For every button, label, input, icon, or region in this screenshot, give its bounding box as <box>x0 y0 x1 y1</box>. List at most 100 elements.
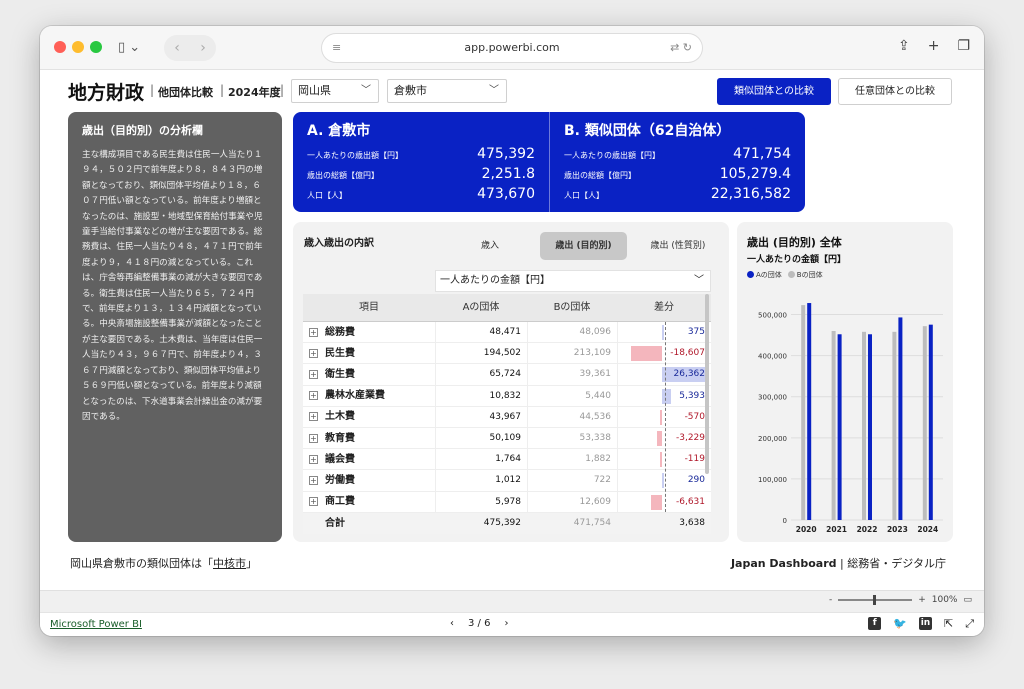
powerbi-link[interactable]: Microsoft Power BI <box>50 619 142 630</box>
legend-item-b[interactable]: Bの団体 <box>787 270 823 280</box>
custom-comparison-button[interactable]: 任意団体との比較 <box>838 78 952 105</box>
row-item: + 議会費 <box>303 449 435 469</box>
y-tick-label: 100,000 <box>758 476 787 484</box>
row-value-a: 1,764 <box>435 449 527 470</box>
prefecture-dropdown[interactable]: 岡山県 ﹀ <box>291 79 379 103</box>
bar-a-2024[interactable] <box>928 324 933 520</box>
y-tick-label: 400,000 <box>758 353 787 361</box>
row-value-b: 39,361 <box>527 364 617 385</box>
page-menu-icon[interactable]: ≡ <box>332 34 341 62</box>
column-header-diff[interactable]: 差分 <box>617 294 711 321</box>
tabs-overview-icon[interactable]: ❐ <box>957 38 970 54</box>
zoom-out-button[interactable]: - <box>829 595 832 605</box>
table-row[interactable]: + 衛生費 65,724 39,361 26,362 <box>303 364 711 386</box>
kpi-row: 歳出の総額【億円】 2,251.8 <box>307 166 535 186</box>
share-export-icon[interactable]: ⇱ <box>944 617 953 631</box>
bar-a-2020[interactable] <box>807 303 812 520</box>
table-body: + 総務費 48,471 48,096 375 + 民生費 194,502 213,109 -18… <box>303 322 711 513</box>
new-tab-icon[interactable]: + <box>928 38 940 54</box>
zoom-slider[interactable] <box>838 595 913 605</box>
row-item-label: 衛生費 <box>325 368 355 380</box>
diff-bar <box>650 494 662 510</box>
tab-expenditure-nature[interactable]: 歳出 (性質別) <box>636 232 720 260</box>
expand-icon[interactable]: + <box>309 497 318 507</box>
maximize-window-button[interactable] <box>90 41 102 53</box>
prev-page-button[interactable]: ‹ <box>450 618 454 629</box>
total-b: 471,754 <box>573 517 611 528</box>
kpi-label: 一人あたりの歳出額【円】 <box>307 151 403 160</box>
similar-group-link[interactable]: 中核市 <box>213 557 246 570</box>
column-header-b[interactable]: Bの団体 <box>527 294 617 321</box>
minimize-window-button[interactable] <box>72 41 84 53</box>
browser-window: ▯ ⌄ ‹ › ≡ app.powerbi.com ⇄ ↻ ⇪ + ❐ 地方財政… <box>40 26 984 636</box>
table-row[interactable]: + 商工費 5,978 12,609 -6,631 <box>303 491 711 513</box>
zoom-in-button[interactable]: + <box>918 595 926 605</box>
row-item-label: 教育費 <box>325 432 355 444</box>
translate-reload-icon[interactable]: ⇄ ↻ <box>670 34 692 62</box>
address-bar[interactable]: ≡ app.powerbi.com ⇄ ↻ <box>322 34 702 62</box>
expand-icon[interactable]: + <box>309 369 318 379</box>
expand-icon[interactable]: + <box>309 433 318 443</box>
expand-icon[interactable]: + <box>309 348 318 358</box>
table-row[interactable]: + 土木費 43,967 44,536 -570 <box>303 406 711 428</box>
column-header-a[interactable]: Aの団体 <box>435 294 527 321</box>
row-diff-value: -119 <box>684 454 705 465</box>
row-diff-value: 375 <box>687 327 705 337</box>
bar-b-2020[interactable] <box>801 305 806 520</box>
close-window-button[interactable] <box>54 41 66 53</box>
bar-a-2023[interactable] <box>898 317 903 520</box>
legend-label-b: Bの団体 <box>796 271 823 279</box>
table-row[interactable]: + 労働費 1,012 722 290 <box>303 470 711 492</box>
metric-dropdown[interactable]: 一人あたりの金額【円】 ﹀ <box>435 270 711 292</box>
forward-icon[interactable]: › <box>200 37 206 59</box>
row-diff-value: 26,362 <box>673 369 706 380</box>
bar-b-2021[interactable] <box>831 330 836 520</box>
table-row[interactable]: + 教育費 50,109 53,338 -3,229 <box>303 427 711 450</box>
back-icon[interactable]: ‹ <box>174 37 180 59</box>
sidebar-toggle-icon[interactable]: ▯ ⌄ <box>118 37 158 59</box>
bar-a-2021[interactable] <box>837 334 842 520</box>
header-separator: | <box>280 83 285 97</box>
zoom-slider-handle[interactable] <box>873 595 877 605</box>
next-page-button[interactable]: › <box>504 618 508 629</box>
fullscreen-icon[interactable]: ⤢ <box>965 617 974 631</box>
y-tick-label: 200,000 <box>758 435 787 443</box>
bar-b-2022[interactable] <box>862 331 866 520</box>
facebook-icon[interactable]: f <box>868 617 882 630</box>
row-item-label: 農林水産業費 <box>325 390 385 402</box>
expand-icon[interactable]: + <box>309 475 318 485</box>
expand-icon[interactable]: + <box>309 412 318 422</box>
fit-page-icon[interactable]: ▭ <box>963 595 972 605</box>
share-icon[interactable]: ⇪ <box>898 38 910 54</box>
kpi-entity-a: A. 倉敷市 一人あたりの歳出額【円】 475,392 歳出の総額【億円】 2,25… <box>293 112 549 212</box>
table-row[interactable]: + 民生費 194,502 213,109 -18,607 <box>303 343 711 365</box>
column-header-item[interactable]: 項目 <box>303 294 435 321</box>
row-item: + 衛生費 <box>303 364 435 384</box>
expand-icon[interactable]: + <box>309 454 318 464</box>
city-dropdown[interactable]: 倉敷市 ﹀ <box>387 79 507 103</box>
kpi-row: 歳出の総額【億円】 105,279.4 <box>564 166 791 186</box>
legend-item-a[interactable]: Aの団体 <box>747 270 782 280</box>
zoom-level: 100% <box>931 595 958 605</box>
similar-comparison-button[interactable]: 類似団体との比較 <box>717 78 831 105</box>
expand-icon[interactable]: + <box>309 391 318 401</box>
bar-b-2024[interactable] <box>922 326 927 520</box>
table-scrollbar[interactable] <box>705 294 709 474</box>
chart-legend: Aの団体 Bの団体 <box>747 270 823 280</box>
y-tick-label: 0 <box>783 517 787 525</box>
table-row[interactable]: + 議会費 1,764 1,882 -119 <box>303 449 711 471</box>
total-label: 合計 <box>325 517 345 529</box>
bar-a-2022[interactable] <box>868 334 872 520</box>
table-row[interactable]: + 総務費 48,471 48,096 375 <box>303 322 711 344</box>
bar-b-2023[interactable] <box>892 331 897 520</box>
expand-icon[interactable]: + <box>309 327 318 337</box>
total-a: 475,392 <box>483 517 521 528</box>
twitter-icon[interactable]: 🐦 <box>893 617 907 631</box>
row-item-label: 総務費 <box>325 326 355 338</box>
row-value-a: 10,832 <box>435 385 527 406</box>
table-row[interactable]: + 農林水産業費 10,832 5,440 5,393 <box>303 385 711 407</box>
kpi-card: A. 倉敷市 一人あたりの歳出額【円】 475,392 歳出の総額【億円】 2,25… <box>293 112 805 212</box>
linkedin-icon[interactable]: in <box>918 617 932 630</box>
tab-revenue[interactable]: 歳入 <box>455 232 525 260</box>
tab-expenditure-purpose[interactable]: 歳出 (目的別) <box>540 232 627 260</box>
